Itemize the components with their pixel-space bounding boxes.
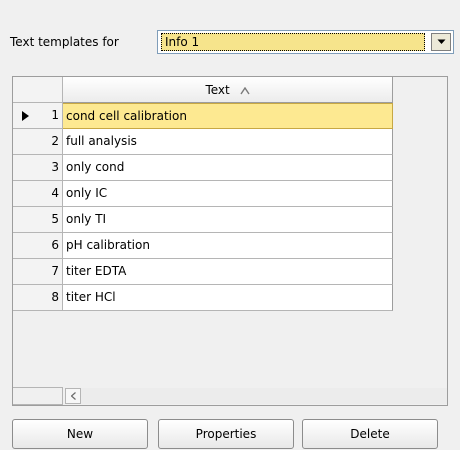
row-number[interactable]: 8	[13, 285, 63, 311]
table-row[interactable]: 3 only cond	[13, 155, 393, 181]
row-number[interactable]: 5	[13, 207, 63, 233]
table-row[interactable]: 1 cond cell calibration	[13, 103, 393, 129]
chevron-left-icon	[70, 392, 76, 400]
combo-value: Info 1	[161, 33, 425, 51]
text-templates-panel: Text templates for Info 1 Text 1 cond ce…	[0, 0, 460, 450]
row-text-cell[interactable]: cond cell calibration	[63, 103, 393, 129]
row-pointer-icon	[22, 111, 29, 121]
chevron-down-icon	[437, 39, 445, 44]
templates-for-row: Text templates for	[10, 30, 119, 54]
properties-button[interactable]: Properties	[158, 419, 294, 449]
row-text-cell[interactable]: titer EDTA	[63, 259, 393, 285]
templates-for-label: Text templates for	[10, 35, 119, 49]
row-text-cell[interactable]: only IC	[63, 181, 393, 207]
table-row[interactable]: 8 titer HCl	[13, 285, 393, 311]
row-number[interactable]: 4	[13, 181, 63, 207]
row-text-cell[interactable]: only cond	[63, 155, 393, 181]
grid-header-corner	[13, 77, 63, 103]
row-text-cell[interactable]: full analysis	[63, 129, 393, 155]
table-row[interactable]: 4 only IC	[13, 181, 393, 207]
column-header-label: Text	[205, 83, 230, 97]
row-number[interactable]: 7	[13, 259, 63, 285]
row-text-cell[interactable]: pH calibration	[63, 233, 393, 259]
row-number[interactable]: 3	[13, 155, 63, 181]
row-text-cell[interactable]: only TI	[63, 207, 393, 233]
table-row[interactable]: 6 pH calibration	[13, 233, 393, 259]
scrollbar-corner	[13, 387, 63, 405]
horizontal-scrollbar[interactable]	[13, 387, 447, 405]
row-number[interactable]: 6	[13, 233, 63, 259]
row-number[interactable]: 1	[13, 103, 63, 129]
scroll-left-button[interactable]	[65, 388, 81, 404]
delete-button[interactable]: Delete	[302, 419, 438, 449]
table-row[interactable]: 2 full analysis	[13, 129, 393, 155]
combo-dropdown-button[interactable]	[431, 33, 451, 51]
row-text-cell[interactable]: titer HCl	[63, 285, 393, 311]
grid-header: Text	[13, 77, 447, 103]
info-combobox[interactable]: Info 1	[157, 30, 454, 54]
table-row[interactable]: 5 only TI	[13, 207, 393, 233]
scrollbar-track[interactable]	[81, 388, 447, 404]
new-button[interactable]: New	[12, 419, 148, 449]
templates-grid[interactable]: Text 1 cond cell calibration 2 full anal…	[12, 76, 448, 406]
sort-ascending-icon	[239, 86, 250, 95]
row-number[interactable]: 2	[13, 129, 63, 155]
table-row[interactable]: 7 titer EDTA	[13, 259, 393, 285]
column-header-text[interactable]: Text	[63, 77, 393, 103]
